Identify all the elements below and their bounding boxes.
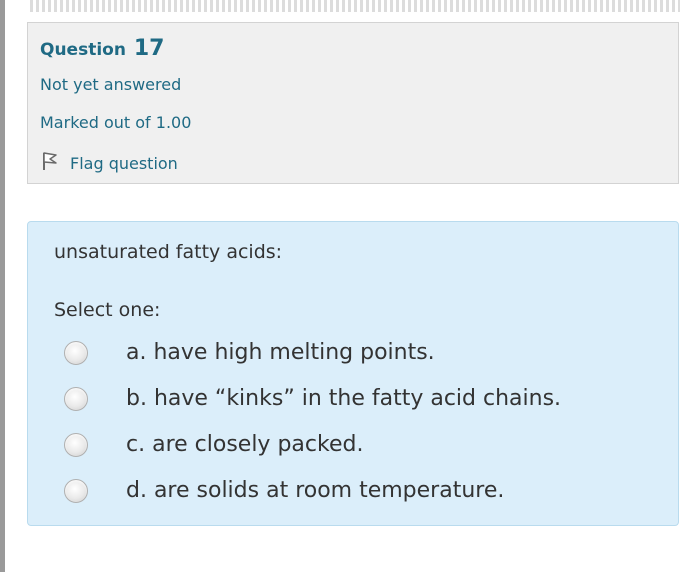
radio-button-d[interactable] [64, 479, 88, 503]
answer-label-a: a. have high melting points. [126, 340, 435, 365]
top-dotted-divider [30, 0, 680, 12]
question-text: unsaturated fatty acids: [54, 241, 283, 263]
radio-button-b[interactable] [64, 387, 88, 411]
answer-option-b[interactable]: b. have “kinks” in the fatty acid chains… [54, 376, 678, 422]
radio-button-a[interactable] [64, 341, 88, 365]
answer-options: a. have high melting points. b. have “ki… [54, 330, 678, 514]
question-content-panel: unsaturated fatty acids: Select one: a. … [27, 221, 679, 526]
question-grade: Marked out of 1.00 [40, 113, 192, 132]
question-number: 17 [133, 36, 165, 61]
answer-prompt: Select one: [54, 299, 161, 321]
answer-option-a[interactable]: a. have high melting points. [54, 330, 678, 376]
answer-label-c: c. are closely packed. [126, 432, 364, 457]
question-number-heading: Question 17 [40, 37, 678, 62]
quiz-page: Question 17 Not yet answered Marked out … [0, 0, 700, 572]
answer-label-b: b. have “kinks” in the fatty acid chains… [126, 386, 562, 411]
question-status: Not yet answered [40, 75, 182, 94]
answer-option-c[interactable]: c. are closely packed. [54, 422, 678, 468]
answer-option-d[interactable]: d. are solids at room temperature. [54, 468, 678, 514]
flag-icon [40, 150, 62, 178]
flag-question-label: Flag question [70, 154, 178, 173]
answer-label-d: d. are solids at room temperature. [126, 478, 505, 503]
question-label: Question [40, 40, 126, 60]
question-info-panel: Question 17 Not yet answered Marked out … [27, 22, 679, 184]
radio-button-c[interactable] [64, 433, 88, 457]
flag-question-link[interactable]: Flag question [40, 150, 678, 178]
